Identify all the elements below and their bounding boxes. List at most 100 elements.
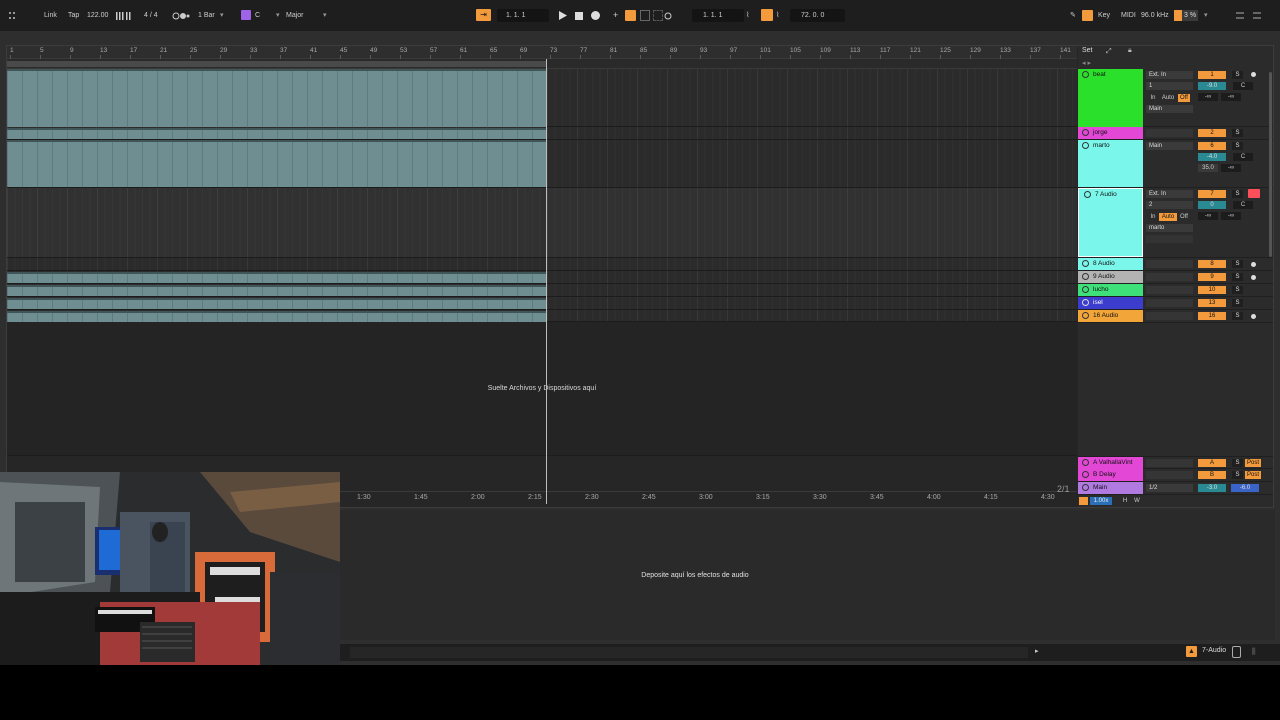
track-name[interactable]: 9 Audio — [1078, 271, 1143, 282]
audio-clip[interactable] — [7, 128, 547, 139]
solo-button[interactable]: S — [1232, 471, 1243, 479]
lane-16-audio[interactable] — [7, 310, 1077, 322]
expand-icon[interactable]: ⤢ — [1106, 48, 1112, 56]
track-jorge[interactable]: jorge 2 S — [1078, 127, 1273, 140]
loop-switch-icon[interactable] — [761, 9, 773, 21]
monitor-in[interactable]: In — [1148, 94, 1158, 102]
output-routing[interactable]: 1/2 — [1146, 484, 1193, 492]
pan-field[interactable]: C — [1233, 82, 1253, 90]
audio-clip[interactable] — [7, 311, 547, 322]
return-track-a[interactable]: A ValhallaVint A S Post — [1078, 456, 1273, 469]
pan-field[interactable]: C — [1233, 153, 1253, 161]
input-channel[interactable]: 2 — [1146, 201, 1193, 209]
return-activator[interactable]: B — [1198, 471, 1226, 479]
track-activator[interactable]: 16 — [1198, 312, 1226, 320]
pre-post-toggle[interactable]: Post — [1245, 471, 1261, 479]
volume-field[interactable]: -9.0 — [1198, 82, 1226, 90]
lane-lucho[interactable] — [7, 284, 1077, 297]
midi-map-button[interactable]: MIDI — [1121, 10, 1136, 21]
key-dropdown-icon[interactable]: ▾ — [276, 10, 280, 21]
session-record-icon[interactable] — [640, 10, 650, 21]
track-9-audio[interactable]: 9 Audio 9 S — [1078, 271, 1273, 284]
vertical-scrollbar[interactable] — [1269, 72, 1272, 257]
playhead[interactable] — [546, 59, 547, 504]
input-type[interactable]: Ext. In — [1146, 190, 1193, 198]
track-activator[interactable]: 6 — [1198, 142, 1226, 150]
height-toggle[interactable]: H — [1120, 497, 1130, 505]
audio-clip[interactable] — [7, 272, 547, 283]
output-channel[interactable] — [1146, 235, 1193, 243]
volume-field[interactable]: -4.0 — [1198, 153, 1226, 161]
lane-jorge[interactable] — [7, 127, 1077, 140]
follow-icon[interactable]: ⇥ — [476, 9, 491, 21]
track-view-toggle[interactable] — [1232, 646, 1241, 658]
track-activator[interactable]: 10 — [1198, 286, 1226, 294]
monitor-in[interactable]: In — [1148, 213, 1158, 221]
track-8-audio[interactable]: 8 Audio 8 S — [1078, 258, 1273, 271]
volume-field[interactable]: 0 — [1198, 201, 1226, 209]
solo-button[interactable]: S — [1232, 299, 1243, 307]
monitor-off[interactable]: Off — [1178, 94, 1190, 102]
routing-empty[interactable] — [1146, 312, 1193, 320]
track-lucho[interactable]: lucho 10 S — [1078, 284, 1273, 297]
output-routing[interactable]: Main — [1146, 105, 1193, 113]
routing-empty[interactable] — [1146, 129, 1193, 137]
capture-icon[interactable] — [653, 10, 663, 21]
output-routing[interactable]: marto — [1146, 224, 1193, 232]
solo-button[interactable]: S — [1232, 129, 1243, 137]
expand-arrow-icon[interactable]: ▸ — [1035, 647, 1039, 655]
overdub-icon[interactable]: + — [613, 10, 618, 21]
track-name[interactable]: marto — [1078, 140, 1143, 151]
scale-menu[interactable]: Major — [286, 10, 304, 21]
cpu-dropdown-icon[interactable]: ▾ — [1204, 10, 1208, 21]
routing-empty[interactable] — [1146, 260, 1193, 268]
loop-punch-icon[interactable] — [663, 10, 673, 21]
track-name[interactable]: lucho — [1078, 284, 1143, 295]
metronome-icon[interactable] — [171, 10, 191, 21]
audio-clip[interactable] — [7, 285, 547, 296]
main-volume[interactable]: -3.0 — [1198, 484, 1226, 492]
punch-in-icon[interactable]: ⌇ — [746, 10, 749, 21]
send-b[interactable]: -∞ — [1221, 164, 1241, 172]
lane-isel[interactable] — [7, 297, 1077, 310]
arm-icon[interactable] — [1251, 72, 1256, 77]
lane-9-audio[interactable] — [7, 271, 1077, 284]
track-name[interactable]: A ValhallaVint — [1078, 457, 1143, 468]
track-16-audio[interactable]: 16 Audio 16 S — [1078, 310, 1273, 323]
scale-dropdown-icon[interactable]: ▾ — [323, 10, 327, 21]
solo-button[interactable]: S — [1232, 142, 1243, 150]
send-a[interactable]: 35.0 — [1198, 164, 1218, 172]
warning-icon[interactable]: ▲ — [1186, 646, 1197, 657]
arm-icon[interactable] — [1251, 262, 1256, 267]
track-activator[interactable]: 2 — [1198, 129, 1226, 137]
send-b[interactable]: -∞ — [1221, 212, 1241, 220]
tempo-field[interactable]: 122.00 — [87, 10, 108, 21]
beat-time-ruler[interactable]: 1 5 9 13 17 21 25 29 33 37 41 45 49 53 57 61 65 69 73 77 81 8… — [7, 46, 1077, 59]
lane-marto[interactable] — [7, 140, 1077, 188]
lane-7-audio[interactable] — [7, 188, 1077, 258]
track-name[interactable]: isel — [1078, 297, 1143, 308]
send-a[interactable]: -∞ — [1198, 212, 1218, 220]
meters-icon[interactable]: ⫼ — [1252, 647, 1256, 657]
input-type[interactable]: Ext. In — [1146, 71, 1193, 79]
input-channel[interactable]: 1 — [1146, 82, 1193, 90]
metronome-bars-icon[interactable] — [115, 10, 135, 21]
lane-8-audio[interactable] — [7, 258, 1077, 271]
key-root-menu[interactable]: C — [255, 10, 260, 21]
track-isel[interactable]: isel 13 S — [1078, 297, 1273, 310]
zoom-level[interactable]: 1.00x — [1090, 497, 1112, 505]
automation-arm-icon[interactable] — [625, 10, 636, 21]
width-toggle[interactable]: W — [1132, 497, 1142, 505]
monitor-off[interactable]: Off — [1178, 213, 1190, 221]
arm-icon[interactable] — [1251, 314, 1256, 319]
main-track[interactable]: Main 1/2 -3.0 -6.0 — [1078, 482, 1273, 495]
arm-button-active[interactable] — [1248, 189, 1260, 198]
back-to-arrangement-icon[interactable]: ◂ ▸ — [1082, 59, 1091, 67]
punch-out-icon[interactable]: ⌇ — [776, 10, 779, 21]
solo-button[interactable]: S — [1232, 286, 1243, 294]
solo-button[interactable]: S — [1232, 273, 1243, 281]
track-name[interactable]: Main — [1078, 482, 1143, 493]
track-name[interactable]: 16 Audio — [1078, 310, 1143, 321]
zoom-icon[interactable] — [1079, 497, 1088, 505]
arrangement-position[interactable]: 1. 1. 1 — [506, 10, 525, 21]
